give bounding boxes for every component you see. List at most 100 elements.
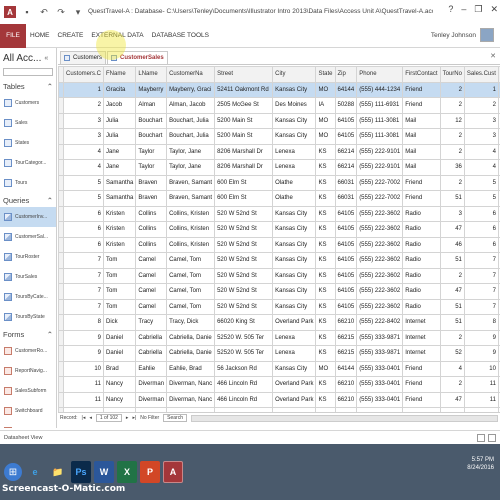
table-cell[interactable]: 2 xyxy=(439,128,465,145)
table-cell[interactable]: Cabriella, Danie xyxy=(166,345,216,362)
table-cell[interactable]: Camel, Tom xyxy=(166,283,216,300)
table-cell[interactable]: Samantha xyxy=(103,190,137,207)
table-cell[interactable]: Radio xyxy=(402,205,441,222)
table-cell[interactable]: 9 xyxy=(62,345,105,362)
table-row[interactable]: 10 Brad Eahlie Eahlie, Brad 56 Jackson Rd Kan… xyxy=(58,360,500,377)
table-cell[interactable]: 5 xyxy=(463,174,499,191)
table-cell[interactable]: Radio xyxy=(402,298,441,315)
table-cell[interactable]: Radio xyxy=(402,236,441,253)
nav-item[interactable]: TourCategor... xyxy=(0,153,56,173)
table-cell[interactable]: 51 xyxy=(439,190,465,207)
column-header[interactable]: Phone xyxy=(356,66,404,83)
table-cell[interactable]: Friend xyxy=(402,97,441,114)
table-cell[interactable]: 2 xyxy=(439,329,465,346)
table-cell[interactable]: 36 xyxy=(439,159,465,176)
table-cell[interactable]: Kristen xyxy=(103,221,137,238)
table-row[interactable]: 5 Samantha Braven Braven, Samant 600 Elm St O… xyxy=(58,190,500,207)
shutter-bar-icon[interactable]: « xyxy=(44,55,48,62)
table-cell[interactable]: 4 xyxy=(439,360,465,377)
table-cell[interactable]: 64105 xyxy=(334,252,358,269)
table-cell[interactable]: KS xyxy=(315,267,336,284)
table-cell[interactable]: 520 W 52nd St xyxy=(214,298,274,315)
table-cell[interactable]: (555) 222-9101 xyxy=(356,143,404,160)
table-cell[interactable]: 6 xyxy=(62,221,105,238)
nav-group-header[interactable]: Forms ⌃ xyxy=(0,327,56,341)
start-button[interactable]: ⊞ xyxy=(4,463,22,481)
table-cell[interactable]: (555) 222-3602 xyxy=(356,283,404,300)
table-cell[interactable]: 66214 xyxy=(334,159,358,176)
system-clock[interactable]: 5:57 PM 8/24/2016 xyxy=(467,456,494,472)
search-input[interactable]: Search xyxy=(163,414,187,422)
table-cell[interactable]: Mayberry, Graci xyxy=(166,81,216,98)
table-cell[interactable]: 64144 xyxy=(334,81,358,98)
table-cell[interactable]: Nancy xyxy=(103,391,137,408)
table-cell[interactable]: 2505 McGee St xyxy=(214,97,274,114)
table-cell[interactable]: KS xyxy=(315,376,336,393)
table-cell[interactable]: Collins xyxy=(135,236,168,253)
table-cell[interactable]: 2 xyxy=(439,376,465,393)
table-cell[interactable]: KS xyxy=(315,159,336,176)
table-cell[interactable]: Diverman xyxy=(135,391,168,408)
table-cell[interactable]: 66020 King St xyxy=(214,314,274,331)
nav-item[interactable]: Sales xyxy=(0,113,56,133)
table-cell[interactable]: Overland Park xyxy=(272,376,317,393)
table-row[interactable]: 9 Daniel Cabriella Cabriella, Danie 52520 W.… xyxy=(58,329,500,346)
table-cell[interactable]: Internet xyxy=(402,314,441,331)
table-cell[interactable]: Olathe xyxy=(272,174,317,191)
table-cell[interactable]: Mail xyxy=(402,159,441,176)
datasheet-view-icon[interactable] xyxy=(477,433,485,442)
table-cell[interactable]: 64105 xyxy=(334,283,358,300)
nav-item[interactable]: Tours xyxy=(0,173,56,193)
table-cell[interactable]: KS xyxy=(315,190,336,207)
table-cell[interactable]: 4 xyxy=(62,159,105,176)
table-cell[interactable]: 51 xyxy=(439,252,465,269)
table-cell[interactable]: 7 xyxy=(62,283,105,300)
table-cell[interactable]: 64105 xyxy=(334,236,358,253)
design-view-icon[interactable] xyxy=(488,433,496,442)
table-cell[interactable]: IA xyxy=(315,97,336,114)
next-record-icon[interactable]: ▸ xyxy=(126,415,129,421)
table-cell[interactable]: Des Moines xyxy=(272,97,317,114)
table-cell[interactable]: Samantha xyxy=(103,174,137,191)
table-cell[interactable]: 520 W 52nd St xyxy=(214,236,274,253)
table-cell[interactable]: 66031 xyxy=(334,190,358,207)
minimize-button[interactable]: – xyxy=(461,4,466,15)
table-row[interactable]: 6 Kristen Collins Collins, Kristen 520 W 52n… xyxy=(58,205,500,222)
table-cell[interactable]: 2 xyxy=(439,97,465,114)
table-cell[interactable]: MO xyxy=(315,360,336,377)
table-row[interactable]: 7 Tom Camel Camel, Tom 520 W 52nd St Kansas C… xyxy=(58,298,500,315)
table-cell[interactable]: (555) 222-3602 xyxy=(356,298,404,315)
table-cell[interactable]: 7 xyxy=(463,298,499,315)
table-cell[interactable]: 5 xyxy=(463,190,499,207)
table-row[interactable]: 6 Kristen Collins Collins, Kristen 520 W 52n… xyxy=(58,221,500,238)
table-row[interactable]: 1 Gracita Mayberry Mayberry, Graci 52411 Oak… xyxy=(58,81,500,98)
table-cell[interactable]: Jacob xyxy=(103,97,137,114)
table-row[interactable]: 6 Kristen Collins Collins, Kristen 520 W 52n… xyxy=(58,236,500,253)
table-cell[interactable]: Eahlie, Brad xyxy=(166,360,216,377)
table-cell[interactable]: 12 xyxy=(439,112,465,129)
table-cell[interactable]: 520 W 52nd St xyxy=(214,205,274,222)
table-cell[interactable]: (555) 333-9871 xyxy=(356,345,404,362)
customize-qat-icon[interactable]: ▾ xyxy=(72,6,84,18)
table-cell[interactable]: Camel xyxy=(135,283,168,300)
table-cell[interactable]: Jane xyxy=(103,143,137,160)
table-cell[interactable]: Diverman, Nanc xyxy=(166,391,216,408)
table-cell[interactable]: Friend xyxy=(402,391,441,408)
table-cell[interactable]: 6 xyxy=(463,236,499,253)
table-cell[interactable]: Braven xyxy=(135,174,168,191)
table-cell[interactable]: 6 xyxy=(62,205,105,222)
table-cell[interactable]: Friend xyxy=(402,81,441,98)
table-cell[interactable]: 6 xyxy=(62,236,105,253)
table-cell[interactable]: 64105 xyxy=(334,205,358,222)
table-cell[interactable]: 11 xyxy=(463,376,499,393)
table-cell[interactable]: Braven xyxy=(135,190,168,207)
table-cell[interactable]: Taylor xyxy=(135,159,168,176)
table-cell[interactable]: 8206 Marshall Dr xyxy=(214,143,274,160)
table-cell[interactable]: KS xyxy=(315,283,336,300)
table-cell[interactable]: (555) 222-8402 xyxy=(356,314,404,331)
close-document-icon[interactable]: ✕ xyxy=(490,52,496,60)
table-cell[interactable]: KS xyxy=(315,236,336,253)
table-cell[interactable]: 9 xyxy=(463,329,499,346)
table-cell[interactable]: 66215 xyxy=(334,329,358,346)
nav-item[interactable]: Customers xyxy=(0,93,56,113)
